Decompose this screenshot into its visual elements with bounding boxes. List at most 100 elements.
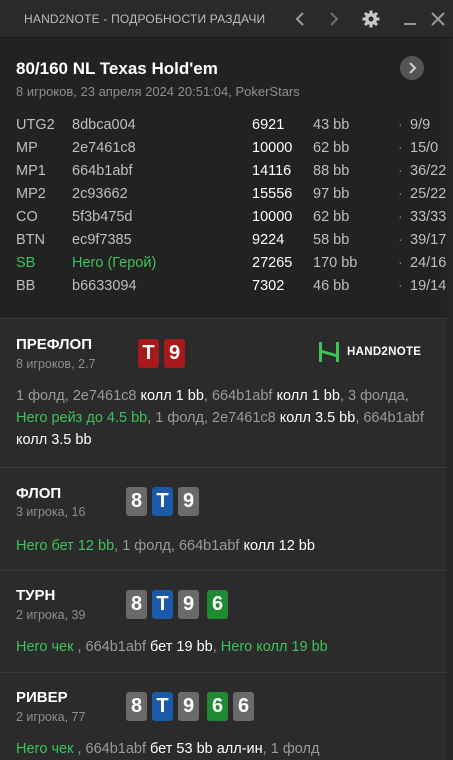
player-row[interactable]: BTN ec9f7385 9224 58 bb · 39/17 [0,232,453,254]
hero-action-text: Hero чек [16,741,78,757]
preflop-actions: 1 фолд, 2e7461c8 колл 1 bb, 664b1abf кол… [16,385,441,451]
player-name: 5f3b475d [72,209,133,225]
action-text: колл 3.5 bb [16,432,92,448]
river-title: РИВЕР [16,689,68,706]
action-text: колл 12 bb [243,538,315,554]
board-card: 9 [178,487,199,516]
player-stack-bb: 43 bb [313,117,350,133]
board-card: 6 [233,692,254,721]
player-stats: 19/14 [410,278,447,294]
player-name: b6633094 [72,278,137,294]
player-stats: 33/33 [410,209,447,225]
chevron-right-icon[interactable] [323,8,345,30]
window-title: HAND2NOTE - ПОДРОБНОСТИ РАЗДАЧИ [24,12,266,26]
hero-action-text: Hero бет 12 bb [16,538,115,554]
action-text: , 1 фолд, 664b1abf [114,538,244,554]
player-row[interactable]: MP2 2c93662 15556 97 bb · 25/22 [0,186,453,208]
player-row[interactable]: UTG2 8dbca004 6921 43 bb · 9/9 [0,117,453,139]
board-card: 9 [178,692,199,721]
hand2note-logo-icon [319,342,339,362]
player-stack-bb: 88 bb [313,163,350,179]
player-row[interactable]: MP1 664b1abf 14116 88 bb · 36/22 [0,163,453,185]
scrollbar[interactable] [447,38,453,760]
player-stack: 7302 [252,278,285,294]
player-row[interactable]: CO 5f3b475d 10000 62 bb · 33/33 [0,209,453,231]
action-text: колл 1 bb [276,388,340,404]
player-row[interactable]: MP 2e7461c8 10000 62 bb · 15/0 [0,140,453,162]
separator-dot: · [398,278,403,294]
player-stack-bb: 170 bb [313,255,358,271]
player-stack-bb: 58 bb [313,232,350,248]
separator-dot: · [398,186,403,202]
action-text: колл 1 bb [140,388,204,404]
player-stats: 15/0 [410,140,439,156]
separator-dot: · [398,163,403,179]
turn-subtitle: 2 игрока, 39 [16,608,86,622]
board-card: 6 [207,590,228,619]
divider [0,318,453,319]
hand2note-logo-text: HAND2NOTE [347,346,422,358]
title-bar: HAND2NOTE - ПОДРОБНОСТИ РАЗДАЧИ [0,0,453,38]
player-position: BTN [16,232,45,248]
hand-subtitle: 8 игроков, 23 апреля 2024 20:51:04, Poke… [16,84,300,99]
player-name: ec9f7385 [72,232,132,248]
action-text: , 664b1abf [77,639,151,655]
player-row[interactable]: BB b6633094 7302 46 bb · 19/14 [0,278,453,300]
hand-title: 80/160 NL Texas Hold'em [16,59,218,78]
minimize-icon[interactable] [399,8,421,30]
player-position: SB [16,255,36,271]
board-card: 6 [207,692,228,721]
chevron-left-icon[interactable] [289,8,311,30]
action-text: бет 53 bb алл-ин [150,741,263,757]
player-position: MP2 [16,186,46,202]
turn-title: ТУРН [16,587,56,604]
player-stack: 10000 [252,140,293,156]
flop-subtitle: 3 игрока, 16 [16,505,86,519]
action-text: колл 3.5 bb [279,410,356,426]
player-stack: 9224 [252,232,285,248]
preflop-subtitle: 8 игроков, 2.7 [16,357,96,371]
divider [0,570,453,571]
player-stack-bb: 97 bb [313,186,350,202]
player-stats: 39/17 [410,232,447,248]
separator-dot: · [398,255,403,271]
chevron-right-icon [409,62,417,74]
player-position: MP [16,140,38,156]
player-stack: 10000 [252,209,293,225]
player-stats: 24/16 [410,255,447,271]
gear-icon[interactable] [360,8,382,30]
river-subtitle: 2 игрока, 77 [16,710,86,724]
player-name: Hero (Герой) [72,255,157,271]
river-actions: Hero чек , 664b1abf бет 53 bb алл-ин, 1 … [16,738,441,760]
action-text: 1 фолд, 2e7461c8 [16,388,141,404]
next-hand-button[interactable] [400,56,424,80]
player-name: 2c93662 [72,186,128,202]
player-name: 8dbca004 [72,117,136,133]
flop-title: ФЛОП [16,485,62,502]
divider [0,467,453,468]
hand2note-logo: HAND2NOTE [318,341,421,363]
hole-card: T [138,339,159,368]
divider [0,672,453,673]
separator-dot: · [398,232,403,248]
turn-actions: Hero чек , 664b1abf бет 19 bb, Hero колл… [16,636,441,658]
action-text: , 1 фолд [262,741,320,757]
player-stack: 14116 [252,163,292,179]
player-stack-bb: 62 bb [313,140,350,156]
player-row-hero[interactable]: SB Hero (Герой) 27265 170 bb · 24/16 [0,255,453,277]
action-text: , 3 фолда, [339,388,409,404]
player-stats: 25/22 [410,186,447,202]
board-card: 8 [126,590,147,619]
player-position: BB [16,278,36,294]
player-stack: 6921 [252,117,285,133]
close-icon[interactable] [427,8,449,30]
board-card: 8 [126,487,147,516]
action-text: , [212,639,221,655]
player-name: 2e7461c8 [72,140,136,156]
separator-dot: · [398,117,403,133]
board-card: T [152,487,173,516]
player-position: UTG2 [16,117,55,133]
player-position: CO [16,209,38,225]
board-card: 8 [126,692,147,721]
player-stack-bb: 46 bb [313,278,350,294]
